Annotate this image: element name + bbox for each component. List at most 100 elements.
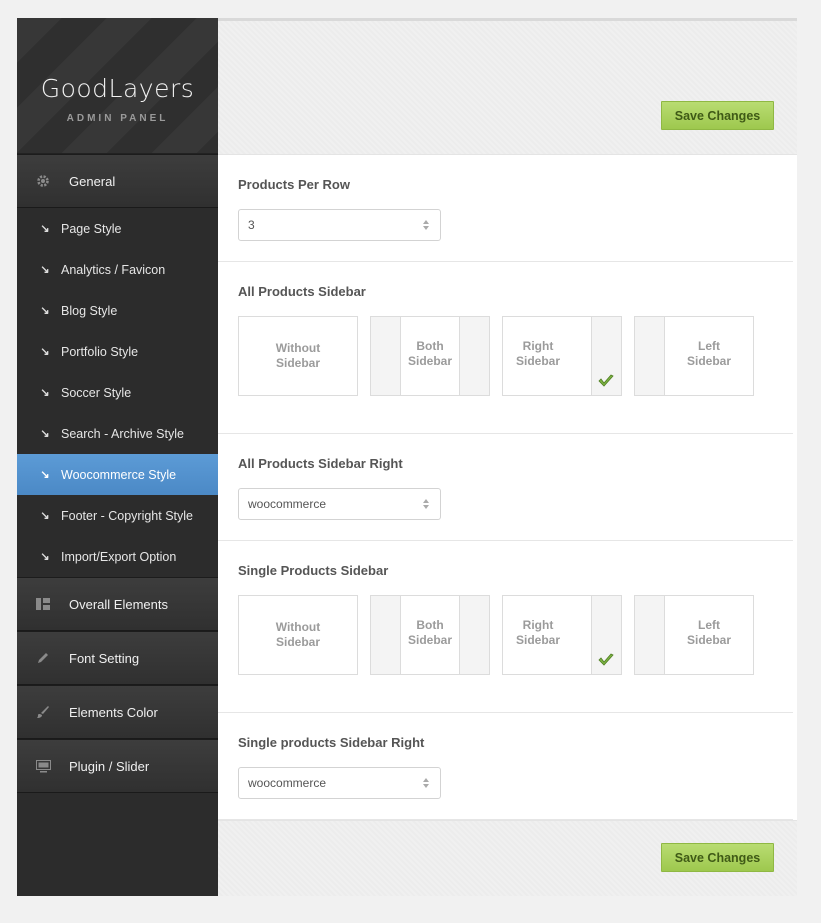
section-title: Single products Sidebar Right — [238, 735, 425, 750]
sidebar-item-label: Footer - Copyright Style — [61, 508, 193, 523]
arrow-down-right-icon: ↘ — [40, 428, 50, 440]
layout-option-label: Right Sidebar — [503, 339, 573, 369]
sidebar-item-label: Import/Export Option — [61, 549, 177, 564]
label-line: Sidebar — [407, 354, 452, 368]
sidebar-stripe — [635, 596, 665, 674]
label-line: Sidebar — [275, 635, 320, 649]
layout-option-without-sidebar[interactable]: Without Sidebar — [238, 316, 358, 396]
sidebar-item-label: Page Style — [61, 221, 122, 236]
sidebar-item-search-archive-style[interactable]: ↘ Search - Archive Style — [17, 413, 218, 454]
select-caret-icon — [423, 778, 429, 788]
sidebar-item-woocommerce-style[interactable]: ↘ Woocommerce Style — [17, 454, 218, 495]
select-caret-icon — [423, 220, 429, 230]
sidebar-item-label: Portfolio Style — [61, 344, 139, 359]
sidebar-item-import-export-option[interactable]: ↘ Import/Export Option — [17, 536, 218, 577]
layout-option-label: Without Sidebar — [239, 620, 357, 650]
layout-option-both-sidebar[interactable]: Both Sidebar — [370, 316, 490, 396]
label-line: Sidebar — [407, 633, 452, 647]
menu-font-setting[interactable]: Font Setting — [17, 631, 218, 685]
logo-subtitle: ADMIN PANEL — [66, 113, 169, 124]
select-caret-icon — [423, 499, 429, 509]
menu-general[interactable]: General — [17, 154, 218, 208]
layout-option-right-sidebar[interactable]: Right Sidebar — [502, 316, 622, 396]
section-title: All Products Sidebar Right — [238, 456, 403, 471]
sidebar-stripe — [635, 317, 665, 395]
label-line: Sidebar — [275, 356, 320, 370]
sidebar-item-blog-style[interactable]: ↘ Blog Style — [17, 290, 218, 331]
layout-option-right-sidebar[interactable]: Right Sidebar — [502, 595, 622, 675]
top-toolbar — [218, 21, 797, 155]
label-line: Right — [522, 618, 554, 632]
label-line: Without — [275, 341, 321, 355]
sidebar-stripe — [459, 317, 489, 395]
label-line: Sidebar — [686, 633, 731, 647]
label-line: Sidebar — [515, 633, 560, 647]
select-value: 3 — [248, 218, 255, 232]
section-all-products-sidebar: All Products Sidebar Without Sidebar Both… — [218, 262, 793, 434]
label-line: Sidebar — [515, 354, 560, 368]
label-line: Left — [698, 339, 720, 353]
arrow-down-right-icon: ↘ — [40, 305, 50, 317]
label-line: Without — [275, 620, 321, 634]
arrow-down-right-icon: ↘ — [40, 387, 50, 399]
layout-option-label: Left Sidebar — [665, 339, 753, 369]
section-title: All Products Sidebar — [238, 284, 366, 299]
sidebar-item-label: Blog Style — [61, 303, 118, 318]
sidebar-item-label: Analytics / Favicon — [61, 262, 166, 277]
section-title: Products Per Row — [238, 177, 350, 192]
layout-option-label: Left Sidebar — [665, 618, 753, 648]
monitor-icon — [17, 759, 69, 773]
menu-overall-elements-label: Overall Elements — [69, 596, 168, 612]
layout-option-without-sidebar[interactable]: Without Sidebar — [238, 595, 358, 675]
label-line: Both — [416, 618, 444, 632]
layout-option-left-sidebar[interactable]: Left Sidebar — [634, 316, 754, 396]
save-changes-button-bottom[interactable]: Save Changes — [661, 843, 774, 872]
label-line: Sidebar — [686, 354, 731, 368]
arrow-down-right-icon: ↘ — [40, 469, 50, 481]
checkmark-icon — [598, 374, 614, 387]
sidebar: GoodLayers ADMIN PANEL General ↘ Page Sty… — [17, 18, 218, 896]
sidebar-stripe — [371, 317, 401, 395]
layout-icon — [17, 598, 69, 610]
save-changes-button-top[interactable]: Save Changes — [661, 101, 774, 130]
label-line: Both — [416, 339, 444, 353]
layout-option-label: Both Sidebar — [401, 618, 459, 648]
menu-general-label: General — [69, 173, 116, 189]
menu-plugin-slider[interactable]: Plugin / Slider — [17, 739, 218, 793]
layout-option-label: Right Sidebar — [503, 618, 573, 648]
checkmark-icon — [598, 653, 614, 666]
select-value: woocommerce — [248, 776, 327, 790]
section-single-products-sidebar: Single Products Sidebar Without Sidebar B… — [218, 541, 793, 713]
select-value: woocommerce — [248, 497, 327, 511]
sidebar-item-portfolio-style[interactable]: ↘ Portfolio Style — [17, 331, 218, 372]
all-products-sidebar-right-select[interactable]: woocommerce — [238, 488, 441, 520]
section-all-products-sidebar-right: All Products Sidebar Right woocommerce — [218, 434, 793, 541]
sidebar-item-soccer-style[interactable]: ↘ Soccer Style — [17, 372, 218, 413]
arrow-down-right-icon: ↘ — [40, 264, 50, 276]
single-products-sidebar-right-select[interactable]: woocommerce — [238, 767, 441, 799]
label-line: Left — [698, 618, 720, 632]
arrow-down-right-icon: ↘ — [40, 510, 50, 522]
menu-font-setting-label: Font Setting — [69, 650, 140, 666]
section-single-products-sidebar-right: Single products Sidebar Right woocommerc… — [218, 713, 793, 820]
sidebar-stripe — [459, 596, 489, 674]
sidebar-item-label: Search - Archive Style — [61, 426, 184, 441]
sidebar-item-page-style[interactable]: ↘ Page Style — [17, 208, 218, 249]
pencil-icon — [17, 651, 69, 665]
brush-icon — [17, 705, 69, 719]
menu-overall-elements[interactable]: Overall Elements — [17, 577, 218, 631]
sidebar-item-label: Woocommerce Style — [61, 467, 177, 482]
gear-icon — [17, 174, 69, 188]
arrow-down-right-icon: ↘ — [40, 346, 50, 358]
menu-elements-color-label: Elements Color — [69, 704, 158, 720]
layout-option-label: Without Sidebar — [239, 341, 357, 371]
menu-elements-color[interactable]: Elements Color — [17, 685, 218, 739]
logo: GoodLayers ADMIN PANEL — [17, 18, 218, 154]
sidebar-item-footer-copyright-style[interactable]: ↘ Footer - Copyright Style — [17, 495, 218, 536]
sidebar-item-analytics-favicon[interactable]: ↘ Analytics / Favicon — [17, 249, 218, 290]
section-products-per-row: Products Per Row 3 — [218, 155, 793, 262]
label-line: Right — [522, 339, 554, 353]
layout-option-both-sidebar[interactable]: Both Sidebar — [370, 595, 490, 675]
products-per-row-select[interactable]: 3 — [238, 209, 441, 241]
layout-option-left-sidebar[interactable]: Left Sidebar — [634, 595, 754, 675]
